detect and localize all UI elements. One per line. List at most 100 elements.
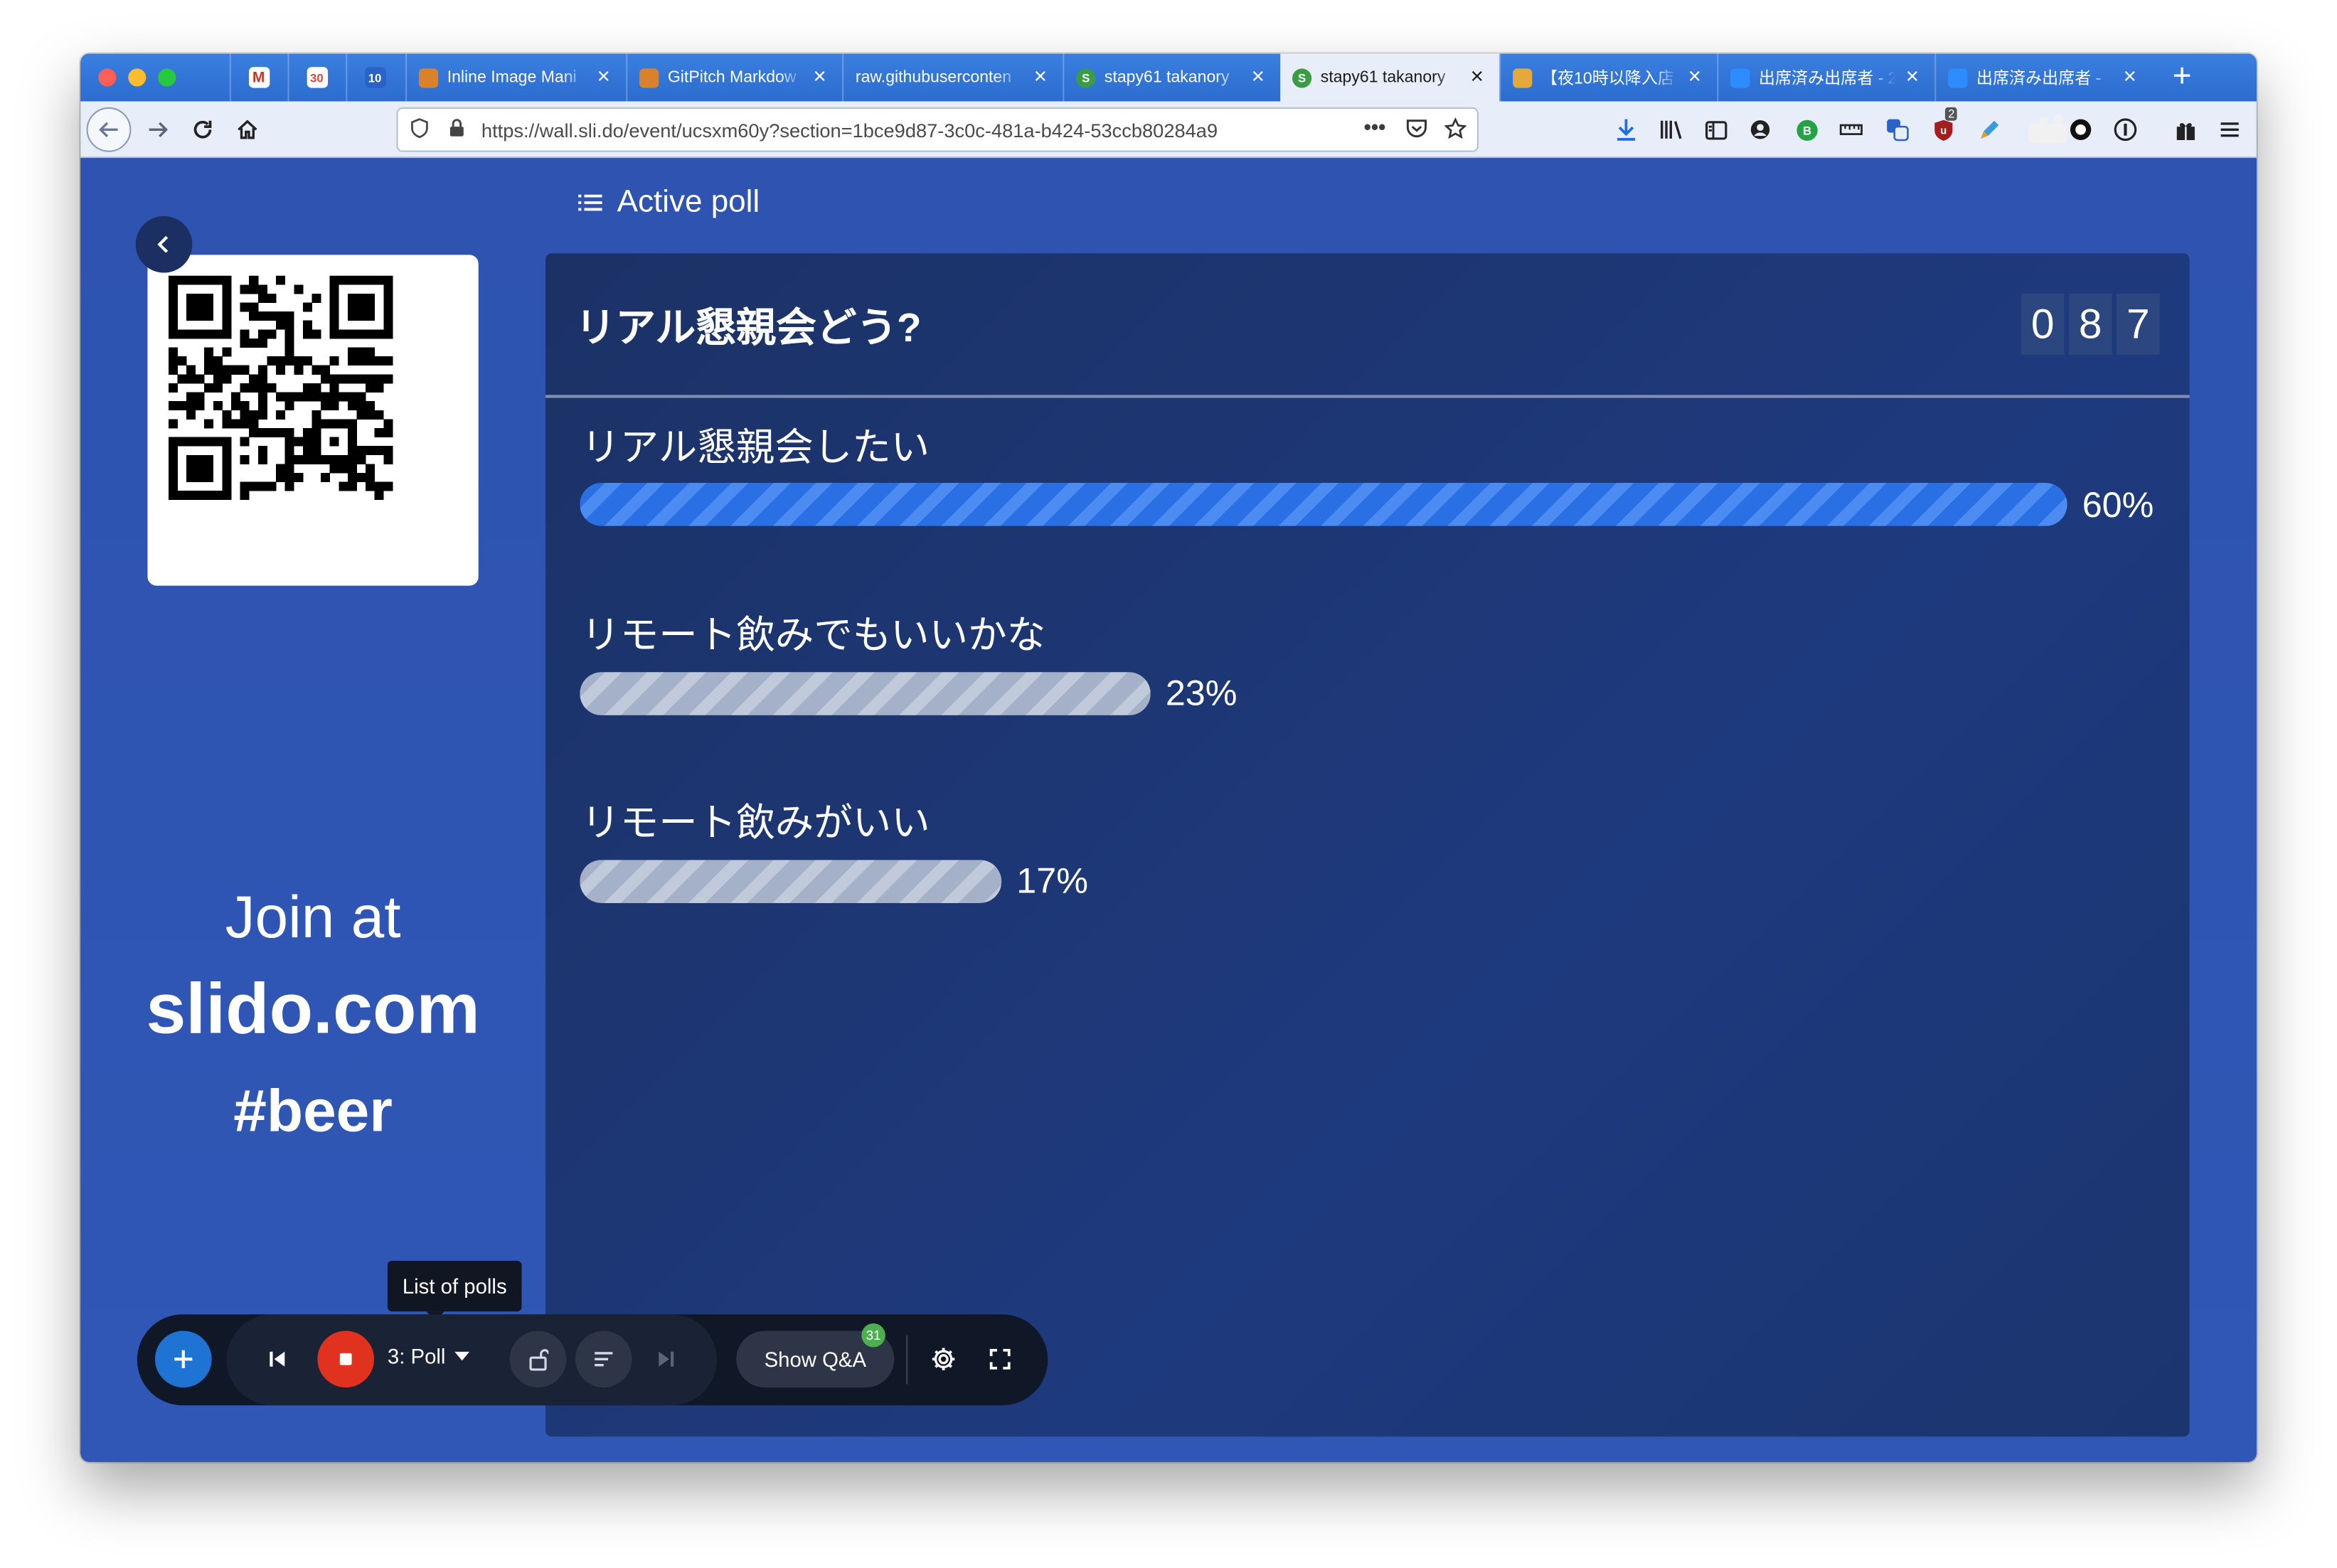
vote-counter: 0 8 7	[2021, 293, 2160, 355]
event-code: #beer	[233, 1079, 393, 1145]
poll-results-panel: リアル懇親会どう? 0 8 7 リアル懇親会したい 60% リモート飲みでもいい…	[545, 253, 2190, 1437]
slido-favicon-icon: S	[1292, 68, 1312, 87]
tab-close-icon[interactable]: ×	[593, 65, 614, 87]
library-icon[interactable]	[1657, 116, 1684, 143]
vote-counter-digit: 0	[2021, 293, 2065, 355]
tab-close-icon[interactable]: ×	[1030, 65, 1050, 87]
show-qa-button[interactable]: Show Q&A 31	[736, 1323, 895, 1388]
list-of-polls-button[interactable]	[575, 1330, 632, 1388]
tab-raw-github[interactable]: raw.githubuserconten ×	[842, 53, 1063, 102]
download-icon[interactable]	[1613, 116, 1640, 143]
extension-pen-icon[interactable]	[1976, 116, 2003, 143]
presenter-toolbar: 3: Poll Show Q&A 31	[137, 1314, 1048, 1406]
tab-favicon	[1513, 68, 1533, 87]
join-qr-code	[147, 255, 479, 586]
gear-icon	[932, 1348, 955, 1370]
tab-title: GitPitch Markdow	[667, 68, 797, 87]
fullscreen-icon	[989, 1348, 1011, 1370]
tab-close-icon[interactable]: ×	[1684, 65, 1705, 87]
tab-stapy61-active[interactable]: S stapy61 takanory ×	[1280, 53, 1500, 102]
maximize-window-button[interactable]	[158, 68, 176, 87]
gmail-icon: M	[247, 67, 270, 88]
add-button[interactable]	[154, 1330, 212, 1388]
poll-selector-label: 3: Poll	[387, 1344, 446, 1368]
shield-icon[interactable]	[410, 118, 429, 144]
tab-title: 【夜10時以降入店	[1540, 70, 1674, 88]
collapse-sidebar-button[interactable]	[135, 215, 193, 273]
previous-poll-button[interactable]	[249, 1330, 306, 1387]
extension-b-icon[interactable]: B	[1793, 116, 1820, 143]
poll-option-label: リモート飲みでもいいかな	[581, 612, 1046, 658]
reload-button[interactable]	[182, 109, 224, 151]
tab-izakaya[interactable]: 【夜10時以降入店 ×	[1499, 53, 1717, 102]
poll-option-label: リモート飲みがいい	[581, 800, 930, 846]
skip-previous-icon	[270, 1351, 285, 1367]
arrow-right-icon	[149, 122, 169, 137]
lock-icon[interactable]	[449, 118, 465, 142]
password-manager-icon[interactable]	[2112, 116, 2139, 143]
list-icon	[578, 194, 602, 211]
stop-poll-button[interactable]	[317, 1330, 375, 1388]
hamburger-menu-icon[interactable]	[2216, 116, 2243, 143]
tab-close-icon[interactable]: ×	[1902, 65, 1922, 87]
show-qa-label: Show Q&A	[764, 1347, 867, 1372]
poll-option-bar-track	[580, 860, 1002, 903]
divider	[545, 395, 2190, 398]
minimize-window-button[interactable]	[128, 68, 147, 87]
vote-counter-digit: 7	[2116, 293, 2160, 355]
next-poll-button[interactable]	[638, 1330, 695, 1387]
vote-counter-digit: 8	[2068, 293, 2112, 355]
ublock-icon[interactable]: u 2	[1930, 107, 1958, 143]
pinned-tab-calendar-10[interactable]: 10	[346, 53, 403, 102]
poll-question: リアル懇親会どう?	[575, 305, 922, 351]
address-bar[interactable]: https://wall.sli.do/event/ucsxm60y?secti…	[396, 107, 1479, 152]
tab-gitpitch[interactable]: GitPitch Markdow ×	[626, 53, 842, 102]
home-button[interactable]	[227, 109, 269, 151]
tab-stapy61-1[interactable]: S stapy61 takanory ×	[1063, 53, 1280, 102]
poll-option-bar	[580, 483, 2067, 526]
pinned-tab-gmail[interactable]: M	[229, 53, 287, 102]
back-button[interactable]	[86, 107, 132, 152]
translate-icon[interactable]	[1884, 116, 1911, 143]
tab-close-icon[interactable]: ×	[1466, 65, 1487, 87]
tab-title: raw.githubuserconten	[855, 68, 1012, 87]
pocket-icon[interactable]	[1405, 118, 1427, 144]
poll-selector-dropdown[interactable]: 3: Poll	[388, 1344, 469, 1368]
unlock-icon	[529, 1349, 549, 1371]
tab-attendance-1[interactable]: 出席済み出席者 - 2 ×	[1717, 53, 1934, 102]
poll-option-percent: 60%	[2082, 486, 2154, 526]
lock-poll-button[interactable]	[509, 1330, 567, 1388]
poll-option-percent: 23%	[1165, 673, 1237, 714]
browser-window: M 30 10 Inline Image Mani × GitPitch Mar…	[80, 53, 2257, 1462]
poll-option-percent: 17%	[1016, 861, 1088, 902]
forward-button[interactable]	[137, 109, 179, 151]
list-polls-icon	[595, 1352, 613, 1367]
tab-inline-image[interactable]: Inline Image Mani ×	[405, 53, 626, 102]
poll-option-bar-track	[580, 483, 2067, 526]
tab-attendance-2[interactable]: 出席済み出席者 - ×	[1934, 53, 2152, 102]
tab-close-icon[interactable]: ×	[1247, 65, 1268, 87]
page-actions-icon[interactable]: •••	[1364, 114, 1386, 139]
account-icon[interactable]	[1747, 116, 1774, 143]
pinned-tab-calendar-30[interactable]: 30	[287, 53, 344, 102]
ruler-icon[interactable]	[1838, 116, 1865, 143]
circle-extension-icon[interactable]	[2067, 116, 2094, 143]
url-text[interactable]: https://wall.sli.do/event/ucsxm60y?secti…	[481, 119, 1218, 142]
tab-title: 出席済み出席者 -	[1976, 70, 2102, 88]
tab-favicon	[639, 68, 659, 87]
close-window-button[interactable]	[98, 68, 117, 87]
sidebar-toggle-icon[interactable]	[1702, 116, 1729, 143]
settings-button[interactable]	[915, 1330, 972, 1387]
tab-close-icon[interactable]: ×	[809, 65, 830, 87]
chevron-down-icon	[454, 1351, 469, 1361]
tab-title: stapy61 takanory	[1104, 68, 1230, 87]
poll-option-bar	[580, 860, 1002, 903]
gift-icon[interactable]	[2171, 116, 2198, 143]
star-bookmark-icon[interactable]	[1444, 117, 1467, 145]
stop-icon	[339, 1353, 352, 1365]
poll-option-bar	[580, 672, 1151, 715]
tab-close-icon[interactable]: ×	[2119, 65, 2140, 87]
new-tab-button[interactable]: +	[2164, 59, 2200, 95]
fullscreen-button[interactable]	[971, 1330, 1028, 1387]
poll-option-bar-track	[580, 672, 1151, 715]
